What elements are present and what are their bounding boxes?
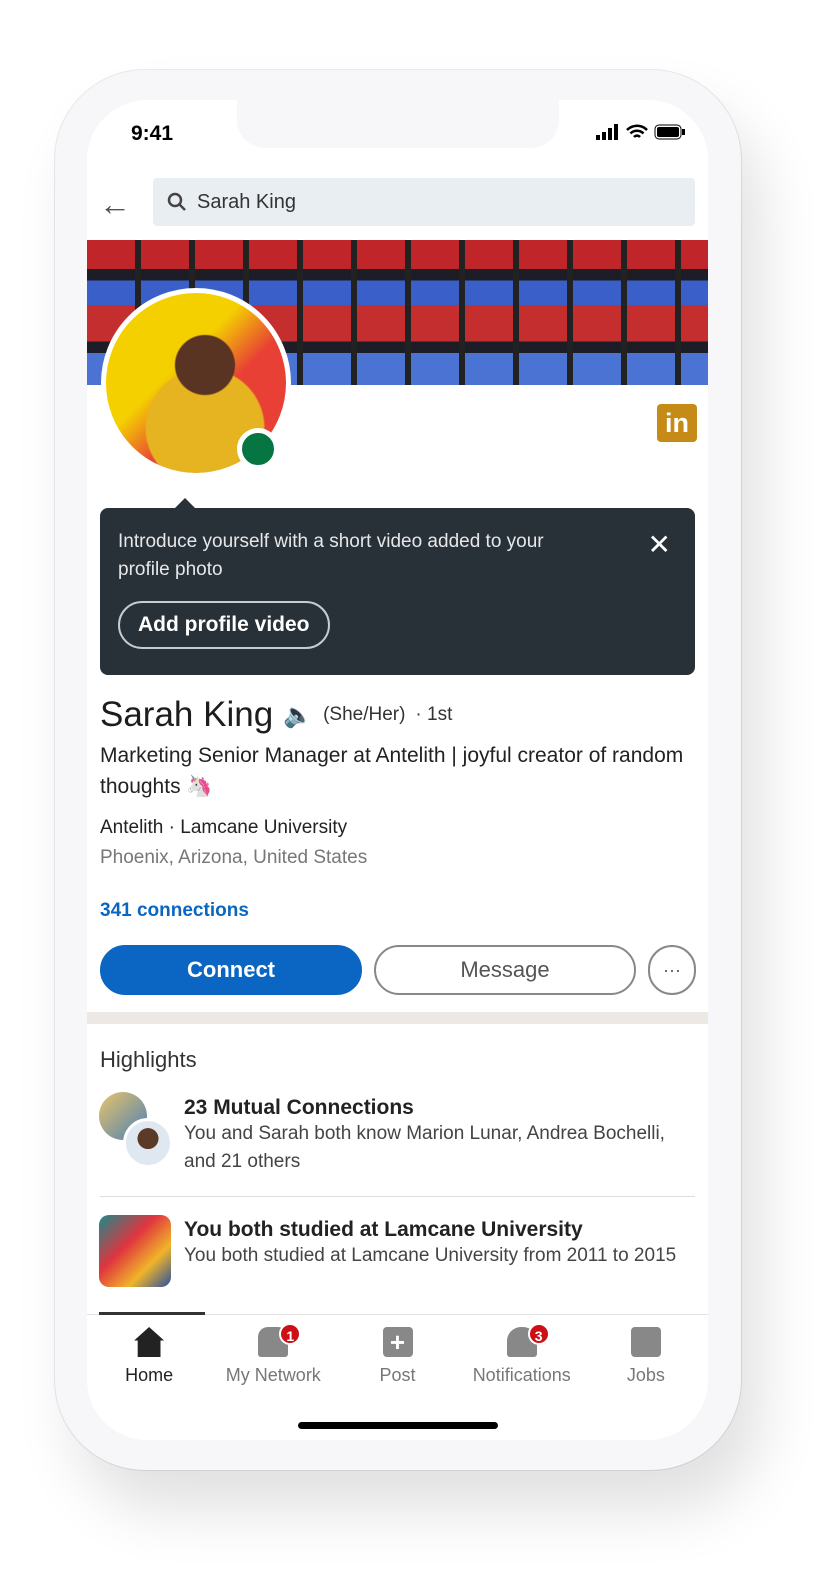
search-value: Sarah King [197, 190, 296, 213]
network-badge: 1 [279, 1323, 302, 1345]
section-divider [87, 1012, 708, 1024]
bottom-nav: Home 1 My Network + Post 3 Notifications Jo… [87, 1314, 708, 1394]
search-input[interactable]: Sarah King [153, 178, 695, 226]
profile-headline: Marketing Senior Manager at Antelith | j… [100, 744, 684, 798]
briefcase-icon [630, 1327, 661, 1357]
location: Phoenix, Arizona, United States [100, 847, 368, 868]
home-icon [134, 1327, 165, 1357]
profile-name: Sarah King [100, 695, 274, 734]
highlight-subtitle: You both studied at Lamcane University f… [184, 1245, 677, 1266]
connections-link[interactable]: 341 connections [100, 900, 249, 922]
connection-degree: · 1st [415, 704, 453, 725]
nav-my-network[interactable]: 1 My Network [211, 1315, 335, 1394]
add-profile-video-button[interactable]: Add profile video [118, 601, 330, 649]
nav-jobs[interactable]: Jobs [584, 1315, 708, 1394]
highlight-subtitle: You and Sarah both know Marion Lunar, An… [184, 1123, 665, 1172]
wifi-icon [626, 124, 648, 138]
status-icons [596, 124, 686, 140]
company-school: Antelith · Lamcane University [100, 817, 348, 838]
plus-icon: + [382, 1327, 413, 1357]
profile-name-row: Sarah King 🔈 (She/Her) · 1st [100, 695, 452, 735]
screen: 9:41 ← Sarah King in Introduce yourself … [87, 100, 708, 1440]
notch [237, 100, 559, 148]
status-time: 9:41 [131, 122, 174, 145]
divider [100, 1196, 695, 1197]
name-pronunciation-icon[interactable]: 🔈 [283, 701, 313, 730]
connect-button[interactable]: Connect [100, 945, 362, 995]
highlights-title: Highlights [100, 1047, 197, 1072]
nav-label: Jobs [626, 1365, 665, 1385]
pronouns: (She/Her) [323, 704, 406, 725]
active-tab-indicator [99, 1312, 205, 1315]
notifications-badge: 3 [527, 1323, 550, 1345]
signal-icon [596, 124, 618, 140]
nav-post[interactable]: + Post [335, 1315, 459, 1394]
highlight-title: You both studied at Lamcane University [184, 1218, 583, 1241]
highlight-school[interactable]: You both studied at Lamcane University Y… [184, 1218, 694, 1270]
company[interactable]: Antelith [100, 817, 163, 838]
profile-video-tooltip: Introduce yourself with a short video ad… [100, 498, 695, 675]
nav-label: Home [125, 1365, 174, 1385]
nav-label: Post [379, 1365, 416, 1385]
back-arrow-icon[interactable]: ← [99, 186, 131, 223]
nav-label: My Network [225, 1365, 321, 1385]
highlight-title: 23 Mutual Connections [184, 1096, 414, 1119]
home-indicator [298, 1422, 498, 1429]
online-status-icon [237, 428, 279, 470]
linkedin-logo-icon: in [657, 404, 697, 442]
nav-notifications[interactable]: 3 Notifications [460, 1315, 584, 1394]
battery-icon [654, 124, 685, 140]
mutual-avatar-2 [123, 1118, 173, 1168]
nav-home[interactable]: Home [87, 1315, 211, 1394]
tooltip-text: Introduce yourself with a short video ad… [118, 531, 544, 580]
message-button[interactable]: Message [374, 945, 636, 995]
highlight-mutual[interactable]: 23 Mutual Connections You and Sarah both… [184, 1096, 684, 1176]
school-image [99, 1215, 171, 1287]
close-icon[interactable]: ✕ [648, 528, 671, 561]
school[interactable]: Lamcane University [180, 817, 347, 838]
nav-label: Notifications [472, 1365, 571, 1385]
more-options-button[interactable]: ··· [648, 945, 696, 995]
search-icon [167, 192, 186, 211]
